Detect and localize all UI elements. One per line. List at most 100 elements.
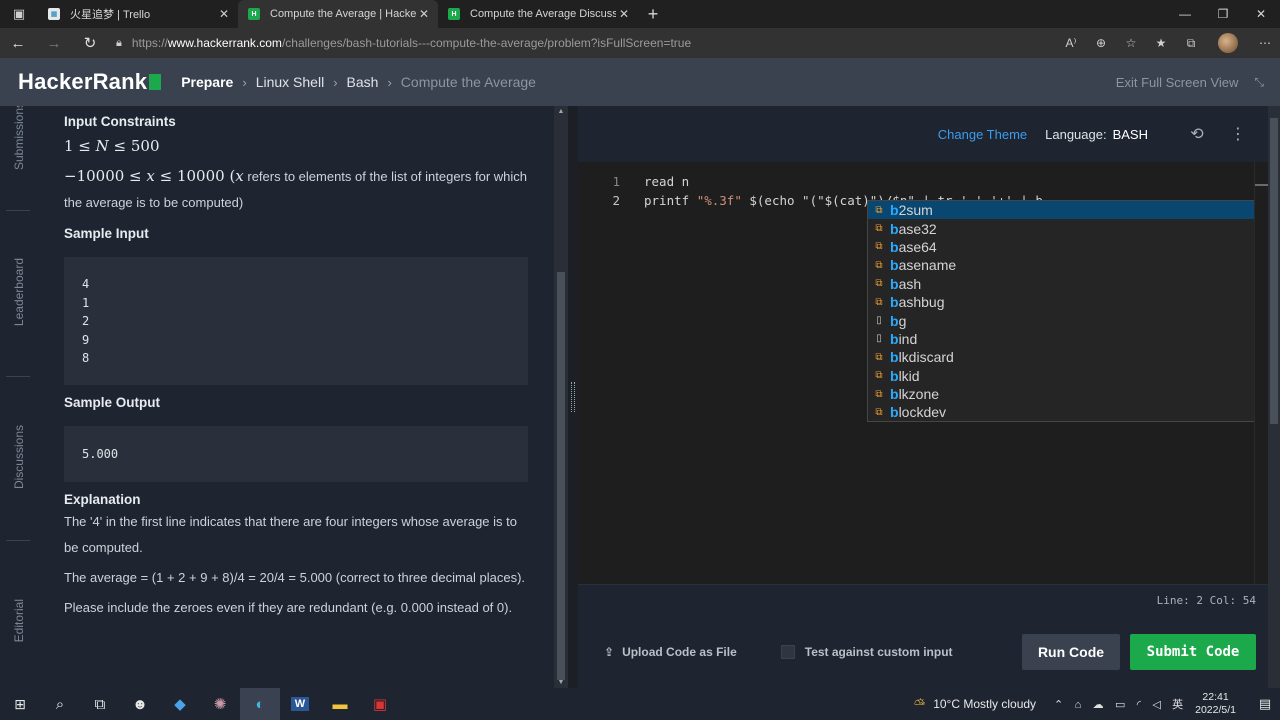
upload-code-button[interactable]: ⇪ Upload Code as File [604, 645, 737, 659]
profile-avatar[interactable] [1218, 33, 1238, 53]
suggestion-item[interactable]: ⧉ b ash [868, 275, 1258, 293]
file-explorer-icon[interactable]: ▬ [320, 688, 360, 720]
maximize-button[interactable]: ❐ [1204, 0, 1242, 28]
address-bar: ← → ↻ 🔒︎ https://www.hackerrank.com/chal… [0, 28, 1280, 58]
add-favorite-icon[interactable]: ☆ [1116, 36, 1146, 50]
notification-icon[interactable]: ▤ [1250, 696, 1280, 712]
chevron-up-icon[interactable]: ⌃ [1054, 699, 1063, 711]
rail-submissions[interactable]: Submissions [0, 106, 38, 170]
suggestion-rest: lockdev [898, 404, 947, 421]
suggestion-item[interactable]: ⧉ b lkid [868, 367, 1258, 385]
windows-start-icon[interactable]: ⊞ [0, 688, 40, 720]
code-string: "%.3f" [696, 193, 742, 208]
scrollbar-thumb[interactable] [1270, 118, 1278, 424]
cloud-icon[interactable]: ☁ [1093, 699, 1104, 711]
clock[interactable]: 22:41 2022/5/1 [1195, 691, 1236, 717]
word-icon[interactable]: W [280, 688, 320, 720]
edge-browser-icon[interactable]: ◐ [240, 688, 280, 720]
suggestion-item[interactable]: ⧉ b 2sum [868, 201, 1258, 220]
editor-scrollbar[interactable] [1254, 162, 1269, 584]
module-icon: ⧉ [875, 223, 883, 235]
battery-icon[interactable]: ▭ [1115, 699, 1125, 711]
suggestion-item[interactable]: ⧉ b ase32 [868, 219, 1258, 237]
ime-indicator[interactable]: 英 [1172, 699, 1183, 711]
more-menu-icon[interactable]: ⋯ [1250, 36, 1280, 50]
favorites-icon[interactable]: ★ [1146, 36, 1176, 50]
scroll-up-icon[interactable]: ▲ [554, 108, 568, 115]
suggestion-item[interactable]: ⧉ b lockdev [868, 403, 1258, 421]
constraint-x: −10000 ≤ 𝑥 ≤ 10000 (𝑥 refers to elements… [64, 163, 528, 216]
tab-actions-icon[interactable]: ▣ [0, 0, 38, 28]
run-code-button[interactable]: Run Code [1022, 634, 1120, 670]
submit-code-button[interactable]: Submit Code [1130, 634, 1256, 670]
close-window-button[interactable]: ✕ [1242, 0, 1280, 28]
app-icon[interactable]: ◆ [160, 688, 200, 720]
browser-tab-compute-average[interactable]: H Compute the Average | HackerR ✕ [238, 0, 438, 28]
constraints-heading: Input Constraints [64, 114, 176, 129]
collections-icon[interactable]: ⧉ [1176, 36, 1206, 51]
browser-tab-discussions[interactable]: H Compute the Average Discussio ✕ [438, 0, 638, 28]
keyword-icon: ▯ [876, 315, 882, 327]
language-select[interactable]: BASH [1113, 127, 1148, 142]
suggestion-item[interactable]: ▯ b g [868, 311, 1258, 329]
code-line[interactable]: read n [644, 174, 689, 189]
suggestion-item[interactable]: ▯ b ind [868, 330, 1258, 348]
refresh-icon[interactable]: ↻ [72, 34, 108, 52]
suggestion-item[interactable]: ⧉ b asename [868, 256, 1258, 274]
alien-app-icon[interactable]: ☻ [120, 688, 160, 720]
suggestion-item[interactable]: ⧉ b ashbug [868, 293, 1258, 311]
scrollbar-thumb[interactable] [557, 272, 565, 680]
pane-splitter[interactable] [568, 106, 578, 688]
code-area[interactable]: 1 read n 2 printf "%.3f" $(echo "("$(cat… [578, 162, 1269, 584]
exit-fullscreen-link[interactable]: Exit Full Screen View [1116, 75, 1239, 90]
history-icon[interactable]: ⟲ [1184, 124, 1210, 144]
line-number: 2 [612, 193, 620, 208]
keyword-icon: ▯ [876, 333, 882, 345]
more-vertical-icon[interactable]: ⋮ [1230, 124, 1246, 144]
read-aloud-icon[interactable]: A⁾ [1056, 36, 1086, 50]
scroll-down-icon[interactable]: ▼ [554, 679, 568, 686]
close-tab-icon[interactable]: ✕ [216, 7, 232, 21]
volume-icon[interactable]: ◁ [1152, 699, 1160, 711]
drag-handle-icon[interactable] [571, 382, 575, 412]
suggestion-item[interactable]: ⧉ b ase64 [868, 238, 1258, 256]
task-view-icon[interactable]: ⧉ [80, 688, 120, 720]
rail-leaderboard[interactable]: Leaderboard [0, 250, 38, 334]
suggestion-match: b [890, 312, 899, 329]
breadcrumb-bash[interactable]: Bash [347, 74, 379, 90]
custom-input-checkbox[interactable] [780, 645, 795, 659]
exit-fullscreen-icon[interactable]: ⤡ [1254, 75, 1264, 90]
problem-side-rail: Submissions Leaderboard Discussions Edit… [0, 106, 38, 688]
breadcrumb-prepare[interactable]: Prepare [181, 74, 233, 90]
browser-tab-trello[interactable]: ▦ 火星追梦 | Trello ✕ [38, 0, 238, 28]
close-tab-icon[interactable]: ✕ [616, 7, 632, 21]
code-editor-panel: Change Theme Language: BASH ⟲ ⋮ 1 read n… [578, 106, 1269, 688]
problem-scrollbar[interactable]: ▲ ▼ [554, 106, 568, 688]
problem-statement: Input Constraints 1 ≤ 𝑁 ≤ 500 −10000 ≤ 𝑥… [38, 106, 554, 688]
url-field[interactable]: 🔒︎ https://www.hackerrank.com/challenges… [116, 31, 1056, 55]
app-icon[interactable]: ✺ [200, 688, 240, 720]
minimize-button[interactable]: — [1166, 0, 1204, 28]
suggestion-match: b [890, 238, 899, 255]
close-tab-icon[interactable]: ✕ [416, 7, 432, 21]
back-icon[interactable]: ← [0, 35, 36, 52]
breadcrumb-linux-shell[interactable]: Linux Shell [256, 74, 325, 90]
wifi-icon[interactable]: ◜ [1137, 699, 1141, 711]
suggestion-rest: asename [898, 257, 957, 274]
zoom-icon[interactable]: ⊕ [1086, 36, 1116, 50]
change-theme-link[interactable]: Change Theme [938, 127, 1027, 142]
custom-input-label[interactable]: Test against custom input [805, 645, 953, 659]
page-scrollbar[interactable] [1268, 106, 1280, 688]
search-icon[interactable]: ⌕ [40, 688, 80, 720]
rail-editorial[interactable]: Editorial [0, 594, 38, 648]
network-icon[interactable]: ⌂ [1075, 699, 1082, 711]
weather-text[interactable]: 10°C Mostly cloudy [933, 697, 1036, 711]
rail-discussions[interactable]: Discussions [0, 418, 38, 496]
suggestion-item[interactable]: ⧉ b lkdiscard [868, 348, 1258, 366]
forward-icon[interactable]: → [36, 35, 72, 52]
app-icon[interactable]: ▣ [360, 688, 400, 720]
explanation-paragraph: The average = (1 + 2 + 9 + 8)/4 = 20/4 =… [64, 570, 526, 585]
hackerrank-logo[interactable]: HackerRank [18, 69, 162, 95]
new-tab-button[interactable]: + [638, 0, 668, 28]
suggestion-item[interactable]: ⧉ b lkzone [868, 385, 1258, 403]
